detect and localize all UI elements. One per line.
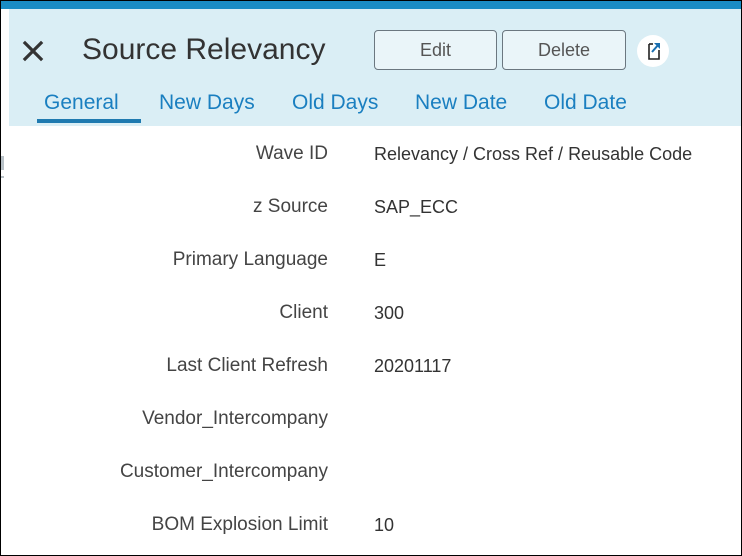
edit-button[interactable]: Edit (374, 30, 497, 70)
page-title: Source Relevancy (82, 33, 326, 66)
tab-new-days[interactable]: New Days (159, 91, 255, 115)
tab-general[interactable]: General (44, 91, 119, 115)
tab-old-date[interactable]: Old Date (544, 91, 627, 115)
object-page: Source Relevancy Edit Delete General New… (0, 0, 742, 556)
field-label: Primary Language (172, 249, 328, 270)
general-section: Wave ID Relevancy / Cross Ref / Reusable… (9, 126, 741, 555)
delete-button[interactable]: Delete (502, 30, 626, 70)
field-row-wave-id: Wave ID Relevancy / Cross Ref / Reusable… (9, 143, 741, 173)
field-label: Last Client Refresh (166, 355, 328, 376)
open-in-new-button[interactable] (637, 35, 669, 67)
selected-tab-indicator (37, 119, 141, 123)
tab-bar: General New Days Old Days New Date Old D… (9, 89, 741, 126)
field-label: Client (279, 302, 328, 323)
field-row-vendor-intercompany: Vendor_Intercompany (9, 408, 741, 438)
field-row-customer-intercompany: Customer_Intercompany (9, 461, 741, 491)
field-row-z-source: z Source SAP_ECC (9, 196, 741, 226)
field-value: 10 (374, 515, 395, 535)
background-edge (1, 126, 9, 555)
open-in-new-icon (648, 43, 660, 60)
close-button[interactable] (21, 39, 45, 63)
tab-old-days[interactable]: Old Days (292, 91, 378, 115)
field-value: E (374, 250, 387, 270)
background-mark (1, 156, 4, 170)
field-label: Wave ID (255, 143, 328, 164)
background-mark (1, 176, 4, 178)
field-value: Relevancy / Cross Ref / Reusable Code (374, 144, 693, 164)
field-row-last-client-refresh: Last Client Refresh 20201117 (9, 355, 741, 385)
field-row-client: Client 300 (9, 302, 741, 332)
field-row-primary-language: Primary Language E (9, 249, 741, 279)
close-icon (22, 40, 44, 62)
field-value: SAP_ECC (374, 197, 459, 217)
tab-new-date[interactable]: New Date (415, 91, 507, 115)
field-label: Vendor_Intercompany (142, 408, 328, 429)
field-label: z Source (253, 196, 328, 217)
field-value: 300 (374, 303, 405, 323)
field-label: BOM Explosion Limit (151, 514, 328, 535)
field-row-bom-explosion-limit: BOM Explosion Limit 10 (9, 514, 741, 544)
field-label: Customer_Intercompany (119, 461, 328, 482)
shell-bar-strip (1, 1, 741, 9)
object-header: Source Relevancy Edit Delete General New… (1, 9, 741, 126)
field-value: 20201117 (374, 356, 452, 376)
